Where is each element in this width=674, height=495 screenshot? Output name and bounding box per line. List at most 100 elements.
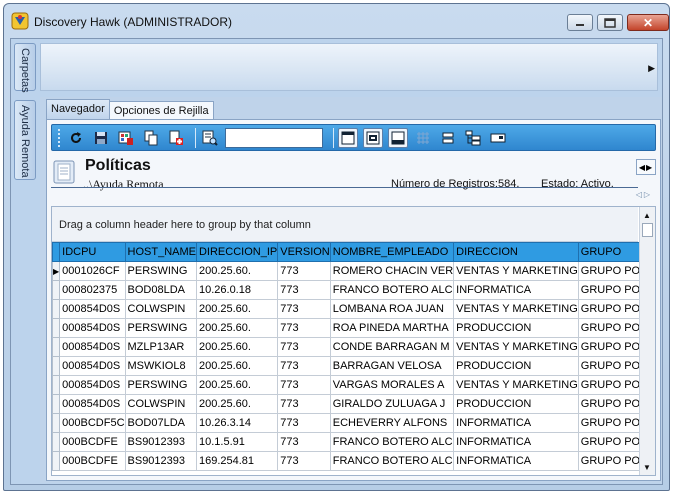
table-cell[interactable]: 200.25.60. — [195, 337, 279, 357]
table-cell[interactable]: MSWKIOL8 — [124, 356, 197, 376]
expand-arrow-icon[interactable]: ▶ — [648, 63, 655, 74]
row-indicator[interactable] — [52, 280, 61, 300]
table-cell[interactable]: 773 — [277, 394, 331, 414]
table-row[interactable]: 000802375 BOD08LDA 10.26.0.18 773 FRANCO BOT… — [52, 280, 655, 300]
table-cell[interactable]: FRANCO BOTERO ALC — [329, 280, 455, 300]
scroll-down-icon[interactable]: ▼ — [643, 463, 651, 472]
table-cell[interactable]: 200.25.60. — [195, 318, 279, 338]
scroll-thumb[interactable] — [642, 223, 653, 237]
table-cell[interactable]: PERSWING — [124, 375, 197, 395]
table-cell[interactable]: GRUPO PO — [577, 318, 642, 338]
arrow-left-icon[interactable]: ◀ — [639, 163, 646, 172]
table-cell[interactable]: 773 — [277, 356, 331, 376]
table-cell[interactable]: 169.254.81 — [195, 451, 279, 471]
scroll-arrows[interactable]: ◁▷ — [636, 190, 652, 199]
table-cell[interactable]: 0001026CF — [59, 261, 126, 281]
add-document-button[interactable] — [166, 128, 186, 148]
sidebar-tab-carpetas[interactable]: Carpetas — [14, 43, 36, 93]
table-cell[interactable]: 000854D0S — [59, 356, 126, 376]
table-cell[interactable]: 000854D0S — [59, 337, 126, 357]
table-cell[interactable]: VENTAS Y MARKETING — [453, 261, 579, 281]
table-cell[interactable]: GRUPO PO — [577, 337, 642, 357]
table-cell[interactable]: 773 — [277, 299, 331, 319]
table-cell[interactable]: GIRALDO ZULUAGA J — [329, 394, 455, 414]
table-cell[interactable]: MZLP13AR — [124, 337, 197, 357]
table-cell[interactable]: 200.25.60. — [195, 375, 279, 395]
minimize-button[interactable] — [567, 14, 593, 31]
table-cell[interactable]: ROA PINEDA MARTHA — [329, 318, 455, 338]
row-indicator[interactable] — [52, 337, 61, 357]
panel-button[interactable] — [388, 127, 408, 148]
table-cell[interactable]: 773 — [277, 451, 331, 471]
group-by-panel[interactable]: Drag a column header here to group by th… — [52, 207, 638, 242]
window-button[interactable] — [488, 128, 508, 148]
column-header[interactable]: HOST_NAME — [124, 242, 197, 262]
row-indicator[interactable] — [52, 413, 61, 433]
table-cell[interactable]: 200.25.60. — [195, 261, 279, 281]
vertical-scrollbar[interactable]: ▲ ▼ — [639, 207, 655, 475]
table-cell[interactable]: VENTAS Y MARKETING — [453, 375, 579, 395]
table-cell[interactable]: 773 — [277, 337, 331, 357]
table-row[interactable]: 000BCDFE BS9012393 169.254.81 773 FRANCO BOT… — [52, 451, 655, 471]
table-cell[interactable]: 10.26.3.14 — [195, 413, 279, 433]
table-cell[interactable]: 000854D0S — [59, 299, 126, 319]
arrow-right-icon[interactable]: ▶ — [646, 163, 653, 172]
table-cell[interactable]: ROMERO CHACIN VER — [329, 261, 455, 281]
table-cell[interactable]: 000854D0S — [59, 394, 126, 414]
table-cell[interactable]: BOD07LDA — [124, 413, 197, 433]
table-row[interactable]: 000854D0S PERSWING 200.25.60. 773 ROA PINEDA… — [52, 318, 655, 338]
row-indicator[interactable] — [52, 451, 61, 471]
table-row[interactable]: ▶ 0001026CF PERSWING 200.25.60. 773 ROMERO CH… — [52, 261, 655, 281]
table-cell[interactable]: COLWSPIN — [124, 299, 197, 319]
navigation-arrows[interactable]: ◀ ▶ — [636, 159, 656, 175]
table-cell[interactable]: FRANCO BOTERO ALC — [329, 432, 455, 452]
table-cell[interactable]: GRUPO PO — [577, 451, 642, 471]
column-header[interactable]: VERSION — [277, 242, 331, 262]
title-bar[interactable]: Discovery Hawk (ADMINISTRADOR) ✕ — [4, 4, 669, 38]
table-cell[interactable]: CONDE BARRAGAN M — [329, 337, 455, 357]
refresh-button[interactable] — [66, 128, 86, 148]
table-row[interactable]: 000854D0S MZLP13AR 200.25.60. 773 CONDE BARR… — [52, 337, 655, 357]
column-header[interactable]: NOMBRE_EMPLEADO — [329, 242, 455, 262]
save-button[interactable] — [91, 128, 111, 148]
table-cell[interactable]: BOD08LDA — [124, 280, 197, 300]
table-cell[interactable]: BS9012393 — [124, 432, 197, 452]
row-indicator[interactable] — [52, 375, 61, 395]
table-row[interactable]: 000854D0S MSWKIOL8 200.25.60. 773 BARRAGAN V… — [52, 356, 655, 376]
table-cell[interactable]: VENTAS Y MARKETING — [453, 337, 579, 357]
table-cell[interactable]: 773 — [277, 375, 331, 395]
table-cell[interactable]: 200.25.60. — [195, 356, 279, 376]
table-cell[interactable]: 773 — [277, 318, 331, 338]
toolbar-grip[interactable] — [58, 128, 62, 147]
row-indicator[interactable] — [52, 299, 61, 319]
grid-lines-button[interactable] — [413, 128, 433, 148]
column-header[interactable]: GRUPO — [577, 242, 642, 262]
table-row[interactable]: 000854D0S COLWSPIN 200.25.60. 773 LOMBANA RO… — [52, 299, 655, 319]
table-cell[interactable]: 000854D0S — [59, 318, 126, 338]
table-cell[interactable]: INFORMATICA — [453, 451, 579, 471]
table-cell[interactable]: 773 — [277, 432, 331, 452]
table-cell[interactable]: VENTAS Y MARKETING — [453, 299, 579, 319]
table-cell[interactable]: 000BCDFE — [59, 451, 126, 471]
column-header[interactable]: IDCPU — [59, 242, 126, 262]
search-input[interactable] — [225, 127, 323, 148]
table-cell[interactable]: 000BCDF5C — [59, 413, 126, 433]
find-button[interactable] — [200, 128, 220, 148]
copy-button[interactable] — [141, 128, 161, 148]
maximize-button[interactable] — [597, 14, 623, 31]
table-cell[interactable]: 773 — [277, 261, 331, 281]
table-row[interactable]: 000BCDF5C BOD07LDA 10.26.3.14 773 ECHEVERRY … — [52, 413, 655, 433]
table-cell[interactable]: 000802375 — [59, 280, 126, 300]
table-cell[interactable]: PRODUCCION — [453, 394, 579, 414]
table-cell[interactable]: LOMBANA ROA JUAN — [329, 299, 455, 319]
table-cell[interactable]: COLWSPIN — [124, 394, 197, 414]
layout-button[interactable] — [338, 127, 358, 148]
table-cell[interactable]: 200.25.60. — [195, 394, 279, 414]
table-cell[interactable]: VARGAS MORALES A — [329, 375, 455, 395]
table-row[interactable]: 000854D0S COLWSPIN 200.25.60. 773 GIRALDO ZU… — [52, 394, 655, 414]
table-cell[interactable]: INFORMATICA — [453, 280, 579, 300]
table-cell[interactable]: PRODUCCION — [453, 356, 579, 376]
table-cell[interactable]: GRUPO PO — [577, 280, 642, 300]
table-cell[interactable]: PERSWING — [124, 261, 197, 281]
column-header[interactable]: DIRECCION_IP — [195, 242, 279, 262]
